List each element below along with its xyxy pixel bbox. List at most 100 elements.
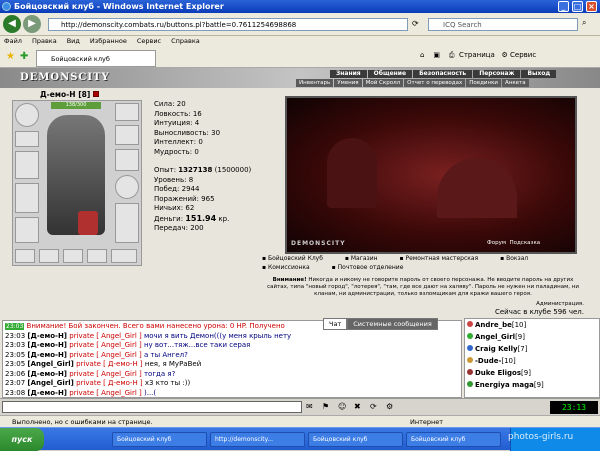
menu-file[interactable]: Файл bbox=[4, 37, 22, 45]
castle-shape bbox=[437, 158, 517, 218]
shield-slot[interactable] bbox=[115, 175, 139, 199]
chat-input[interactable] bbox=[2, 401, 302, 413]
sub-menu-transfers[interactable]: Отчет о переводах bbox=[404, 79, 466, 87]
earring-slot[interactable] bbox=[115, 103, 139, 121]
start-button[interactable]: пуск bbox=[0, 428, 44, 451]
loc-commission[interactable]: ▪ Комиссионка bbox=[262, 264, 320, 271]
weapon-slot[interactable] bbox=[15, 151, 39, 179]
top-menu-communication[interactable]: Общение bbox=[367, 70, 413, 78]
hp-bar: 138/300 bbox=[51, 102, 101, 109]
character-name[interactable]: Д-емо-Н [8] bbox=[40, 90, 99, 99]
helmet-slot[interactable] bbox=[15, 103, 39, 127]
user-item[interactable]: Duke Eligos[9] bbox=[467, 367, 599, 379]
top-menu-knowledge[interactable]: Знания bbox=[330, 70, 367, 78]
user-item[interactable]: Angel_Girl[9] bbox=[467, 331, 599, 343]
quick-slot-3[interactable] bbox=[63, 249, 83, 263]
loc-post[interactable]: ▪ Почтовое отделение bbox=[332, 264, 414, 271]
add-favorites-icon[interactable]: ✚ bbox=[20, 51, 28, 62]
tab-system-messages[interactable]: Системные сообщения bbox=[347, 318, 438, 330]
settings-icon[interactable]: ⚙ bbox=[386, 402, 393, 411]
search-icon[interactable]: ⌕ bbox=[582, 18, 586, 28]
chat-line: 23:03 [Д-емо-Н] private [ Angel_Girl ] м… bbox=[5, 331, 292, 340]
task-item[interactable]: http://demonscity... bbox=[210, 432, 305, 447]
admin-signature: Администрация. bbox=[536, 301, 584, 307]
menu-help[interactable]: Справка bbox=[171, 37, 200, 45]
chat-line: 23:08 [Д-емо-Н] private [ Angel_Girl ] )… bbox=[5, 388, 157, 397]
tab-bar: ★ ✚ Бойцовский клуб ⌂ ▣ ⎙ Страница ⚙ Сер… bbox=[0, 47, 600, 68]
belt-slot[interactable] bbox=[15, 217, 39, 243]
sub-menu-battles[interactable]: Поединки bbox=[466, 79, 501, 87]
user-item[interactable]: Andre_be[10] bbox=[467, 319, 599, 331]
sub-menu-inventory[interactable]: Инвентарь bbox=[296, 79, 334, 87]
chat-line: 23:06 [Д-емо-Н] private [ Angel_Girl ] т… bbox=[5, 369, 176, 378]
user-list[interactable]: Andre_be[10] Angel_Girl[9] Craig Kelly[7… bbox=[464, 318, 600, 398]
menu-edit[interactable]: Правка bbox=[32, 37, 57, 45]
task-item[interactable]: Бойцовский клуб bbox=[406, 432, 501, 447]
loc-shop[interactable]: ▪ Магазин bbox=[345, 255, 388, 262]
favorites-star-icon[interactable]: ★ bbox=[6, 51, 15, 62]
filter-icon[interactable]: ⚑ bbox=[322, 402, 329, 411]
minimize-button[interactable]: _ bbox=[558, 1, 569, 12]
quick-slot-1[interactable] bbox=[15, 249, 35, 263]
home-icon[interactable]: ⌂ bbox=[420, 51, 424, 59]
user-item[interactable]: -Dude-[10] bbox=[467, 355, 599, 367]
stat-row: Ничьих: 62 bbox=[154, 204, 195, 212]
ring-slot[interactable] bbox=[115, 149, 139, 171]
user-item[interactable]: Craig Kelly[7] bbox=[467, 343, 599, 355]
sub-menu-profile[interactable]: Анкета bbox=[502, 79, 529, 87]
loc-station[interactable]: ▪ Вокзал bbox=[500, 255, 538, 262]
clear-icon[interactable]: ✖ bbox=[354, 402, 361, 411]
page-menu[interactable]: Страница bbox=[459, 51, 495, 59]
close-button[interactable]: × bbox=[586, 1, 597, 12]
stat-row: Поражений: 965 bbox=[154, 194, 215, 203]
back-button[interactable]: ◀ bbox=[3, 15, 21, 33]
quick-slot-2[interactable] bbox=[39, 249, 59, 263]
info-icon[interactable] bbox=[92, 91, 99, 97]
amulet-slot[interactable] bbox=[115, 125, 139, 145]
chat-line: 23:07 [Angel_Girl] private [ Д-емо-Н ] х… bbox=[5, 379, 191, 387]
stat-row: Опыт: 1327138 (1500000) bbox=[154, 166, 252, 174]
clan-icon bbox=[467, 345, 473, 351]
quick-slot-5[interactable] bbox=[111, 249, 137, 263]
item-gem-icon[interactable] bbox=[78, 211, 98, 235]
hint-link[interactable]: Подсказка bbox=[510, 240, 541, 246]
character-nick: Д-емо-Н bbox=[40, 90, 76, 99]
sub-menu-skills[interactable]: Умения bbox=[334, 79, 362, 87]
search-input[interactable]: ICQ Search bbox=[428, 18, 578, 31]
armor-slot[interactable] bbox=[15, 183, 39, 213]
location-image[interactable]: DEMONSCITY Форум Подсказка bbox=[285, 96, 577, 254]
refresh-chat-icon[interactable]: ⟳ bbox=[370, 402, 377, 411]
forward-button[interactable]: ▶ bbox=[23, 15, 41, 33]
feeds-icon[interactable]: ▣ bbox=[433, 51, 440, 59]
url-input[interactable]: http://demonscity.combats.ru/buttons.pl?… bbox=[48, 18, 408, 31]
task-item[interactable]: Бойцовский клуб bbox=[112, 432, 207, 447]
send-icon[interactable]: ✉ bbox=[306, 402, 313, 411]
refresh-icon[interactable]: ⟳ bbox=[412, 19, 419, 28]
tab-chat[interactable]: Чат bbox=[323, 318, 348, 330]
menu-favorites[interactable]: Избранное bbox=[90, 37, 127, 45]
menu-tools[interactable]: Сервис bbox=[137, 37, 161, 45]
character-level: [8] bbox=[78, 90, 91, 99]
sub-menu-scroll[interactable]: Мой Скролл bbox=[362, 79, 404, 87]
top-menu-exit[interactable]: Выход bbox=[521, 70, 557, 78]
quick-slot-4[interactable] bbox=[87, 249, 107, 263]
browser-tab[interactable]: Бойцовский клуб bbox=[36, 50, 156, 67]
bracer-slot[interactable] bbox=[15, 131, 39, 147]
chat-line: 23:05 [Angel_Girl] private [ Д-емо-Н ] н… bbox=[5, 360, 202, 368]
maximize-button[interactable]: □ bbox=[572, 1, 583, 12]
loc-repair[interactable]: ▪ Ремонтная мастерская bbox=[399, 255, 488, 262]
menu-bar: Файл Правка Вид Избранное Сервис Справка bbox=[0, 36, 600, 47]
boots-slot[interactable] bbox=[115, 203, 139, 243]
user-item[interactable]: Energiya maga[9] bbox=[467, 379, 599, 391]
chat-log[interactable]: 23:03 Внимание! Бой закончен. Всего вами… bbox=[2, 320, 462, 398]
gear-icon[interactable]: ⚙ bbox=[502, 51, 508, 59]
print-icon[interactable]: ⎙ bbox=[449, 51, 455, 59]
top-menu-character[interactable]: Персонаж bbox=[473, 70, 521, 78]
tools-menu[interactable]: Сервис bbox=[510, 51, 536, 59]
menu-view[interactable]: Вид bbox=[67, 37, 80, 45]
task-item[interactable]: Бойцовский клуб bbox=[308, 432, 403, 447]
smile-icon[interactable]: ☺ bbox=[338, 402, 346, 411]
top-menu-security[interactable]: Безопасность bbox=[413, 70, 473, 78]
loc-fight-club[interactable]: ▪ Бойцовский Клуб bbox=[262, 255, 333, 262]
forum-link[interactable]: Форум bbox=[487, 240, 506, 246]
